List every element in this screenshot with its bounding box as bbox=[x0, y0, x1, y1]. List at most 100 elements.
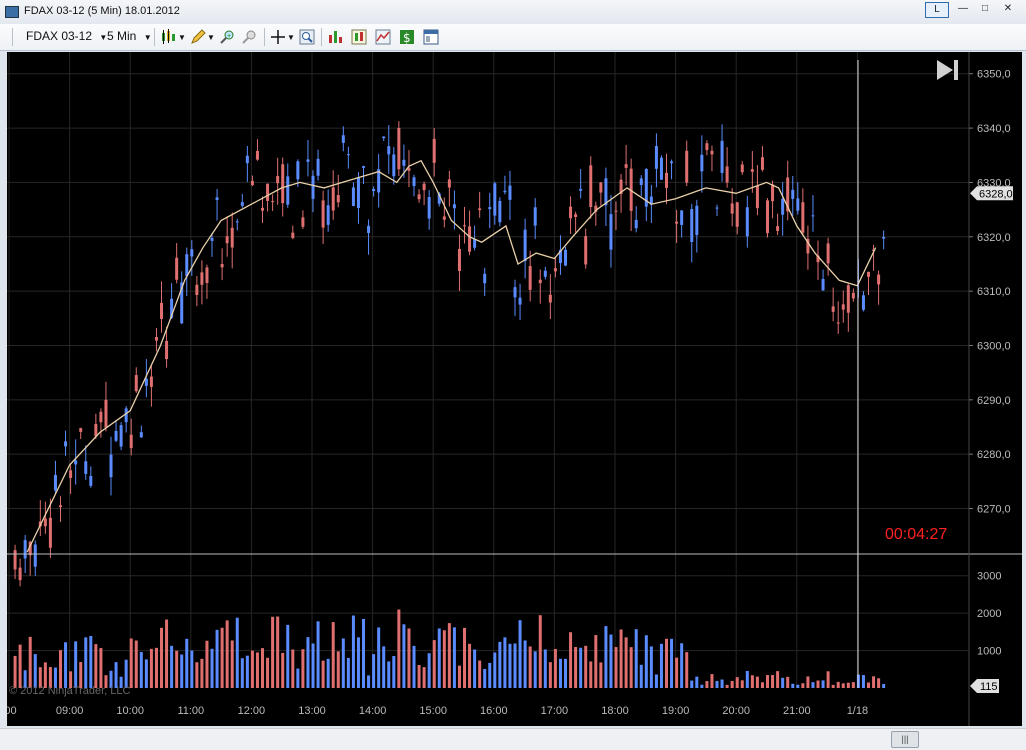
time-tick-label: 10:00 bbox=[116, 705, 144, 717]
volume-tick-label: 1000 bbox=[977, 646, 1001, 658]
volume-bar bbox=[675, 657, 679, 688]
candle-body bbox=[139, 432, 143, 438]
link-button[interactable]: L bbox=[925, 2, 949, 18]
zoom-in-icon[interactable]: + bbox=[219, 29, 235, 45]
volume-bar bbox=[745, 670, 749, 688]
window-titlebar: FDAX 03-12 (5 Min) 18.01.2012 L — □ ✕ bbox=[0, 0, 1026, 24]
volume-bar bbox=[755, 676, 759, 688]
volume-bar bbox=[200, 658, 204, 688]
volume-bar bbox=[432, 640, 436, 688]
candle-body bbox=[301, 217, 305, 227]
candle-body bbox=[392, 154, 396, 177]
candle-body bbox=[579, 188, 583, 191]
volume-bar bbox=[806, 676, 810, 688]
candle-body bbox=[255, 150, 259, 160]
time-tick-label: 14:00 bbox=[359, 705, 387, 717]
volume-bar bbox=[665, 638, 669, 688]
chevron-down-icon[interactable]: ▼ bbox=[287, 33, 295, 42]
volume-bar bbox=[442, 630, 446, 688]
candle-body bbox=[397, 128, 401, 170]
volume-bar bbox=[614, 647, 618, 688]
volume-bar bbox=[604, 626, 608, 688]
volume-bar bbox=[715, 680, 719, 688]
instrument-selector[interactable]: FDAX 03-12 ▼ bbox=[26, 29, 107, 43]
volume-bar bbox=[346, 657, 350, 688]
volume-bar bbox=[296, 668, 300, 688]
volume-bar bbox=[230, 640, 234, 688]
volume-bar bbox=[367, 675, 371, 688]
candle-body bbox=[362, 166, 366, 168]
candle-body bbox=[634, 219, 638, 229]
time-tick-label: :00 bbox=[7, 705, 17, 717]
volume-bar bbox=[407, 628, 411, 688]
volume-bar bbox=[488, 662, 492, 688]
indicator-icon[interactable] bbox=[375, 29, 391, 45]
candle-body bbox=[326, 205, 330, 225]
maximize-button[interactable]: □ bbox=[974, 2, 996, 16]
zoom-out-icon[interactable] bbox=[241, 29, 257, 45]
volume-bar bbox=[720, 679, 724, 688]
volume-bar bbox=[311, 643, 315, 688]
volume-bar bbox=[129, 638, 133, 688]
volume-bar bbox=[124, 659, 128, 688]
volume-bar bbox=[351, 615, 355, 688]
volume-bar bbox=[468, 643, 472, 688]
current-price-marker: 6328,0 bbox=[970, 186, 1013, 201]
volume-bar bbox=[185, 638, 189, 688]
volume-bar bbox=[89, 635, 93, 688]
volume-bar bbox=[382, 646, 386, 688]
bar-chart-icon[interactable] bbox=[327, 29, 343, 45]
candle-body bbox=[104, 399, 108, 428]
candle-body bbox=[851, 292, 855, 299]
time-tick-label: 11:00 bbox=[177, 705, 204, 717]
volume-bar bbox=[695, 676, 699, 688]
candle-body bbox=[43, 518, 47, 527]
crosshair-icon[interactable] bbox=[270, 29, 286, 45]
chevron-down-icon[interactable]: ▼ bbox=[178, 33, 186, 42]
minimize-button[interactable]: — bbox=[952, 2, 974, 16]
volume-bar bbox=[64, 642, 68, 688]
candle-body bbox=[240, 202, 244, 206]
time-tick-label: 15:00 bbox=[419, 705, 447, 717]
pencil-draw-icon[interactable] bbox=[190, 29, 206, 45]
scrollbar-thumb[interactable]: ||| bbox=[891, 731, 919, 748]
volume-bar bbox=[690, 680, 694, 688]
skip-to-end-icon[interactable] bbox=[937, 60, 958, 80]
candle-body bbox=[508, 185, 512, 200]
price-tick-label: 6280,0 bbox=[977, 449, 1011, 461]
volume-bar bbox=[215, 629, 219, 688]
candle-body bbox=[89, 475, 93, 486]
close-button[interactable]: ✕ bbox=[997, 2, 1019, 16]
volume-bar bbox=[826, 671, 830, 688]
magnifier-icon[interactable] bbox=[299, 29, 315, 45]
volume-bar bbox=[569, 632, 573, 688]
volume-bar bbox=[175, 650, 179, 688]
candle-properties-icon[interactable] bbox=[351, 29, 367, 45]
candle-body bbox=[306, 159, 310, 162]
volume-tick-label: 3000 bbox=[977, 571, 1001, 583]
candle-body bbox=[165, 340, 169, 360]
volume-bar bbox=[513, 643, 517, 688]
volume-bar bbox=[154, 647, 158, 688]
volume-bar bbox=[205, 640, 209, 688]
volume-bar bbox=[786, 676, 790, 688]
volume-bar bbox=[452, 627, 456, 688]
volume-bar bbox=[680, 643, 684, 688]
price-chart[interactable]: 6270,06280,06290,06300,06310,06320,06330… bbox=[7, 52, 1022, 726]
volume-bar bbox=[59, 650, 63, 688]
dollar-icon[interactable]: $ bbox=[399, 29, 415, 45]
candlestick-style-icon[interactable] bbox=[160, 29, 176, 45]
volume-bar bbox=[134, 640, 138, 688]
candle-body bbox=[367, 225, 371, 233]
chart-panel[interactable]: 6270,0 6280,0 6290,0 6300,0 6310,0 6320,0 6330… bbox=[7, 52, 1022, 726]
template-icon[interactable] bbox=[423, 29, 439, 45]
volume-bar bbox=[796, 684, 800, 688]
candle-body bbox=[261, 207, 265, 211]
interval-selector[interactable]: 5 Min ▼ bbox=[107, 29, 152, 43]
candle-body bbox=[543, 270, 547, 277]
horizontal-scrollbar[interactable]: ||| bbox=[0, 728, 1026, 750]
volume-bar bbox=[94, 644, 98, 688]
candle-body bbox=[523, 229, 527, 262]
chevron-down-icon[interactable]: ▼ bbox=[207, 33, 215, 42]
candle-body bbox=[538, 279, 542, 284]
